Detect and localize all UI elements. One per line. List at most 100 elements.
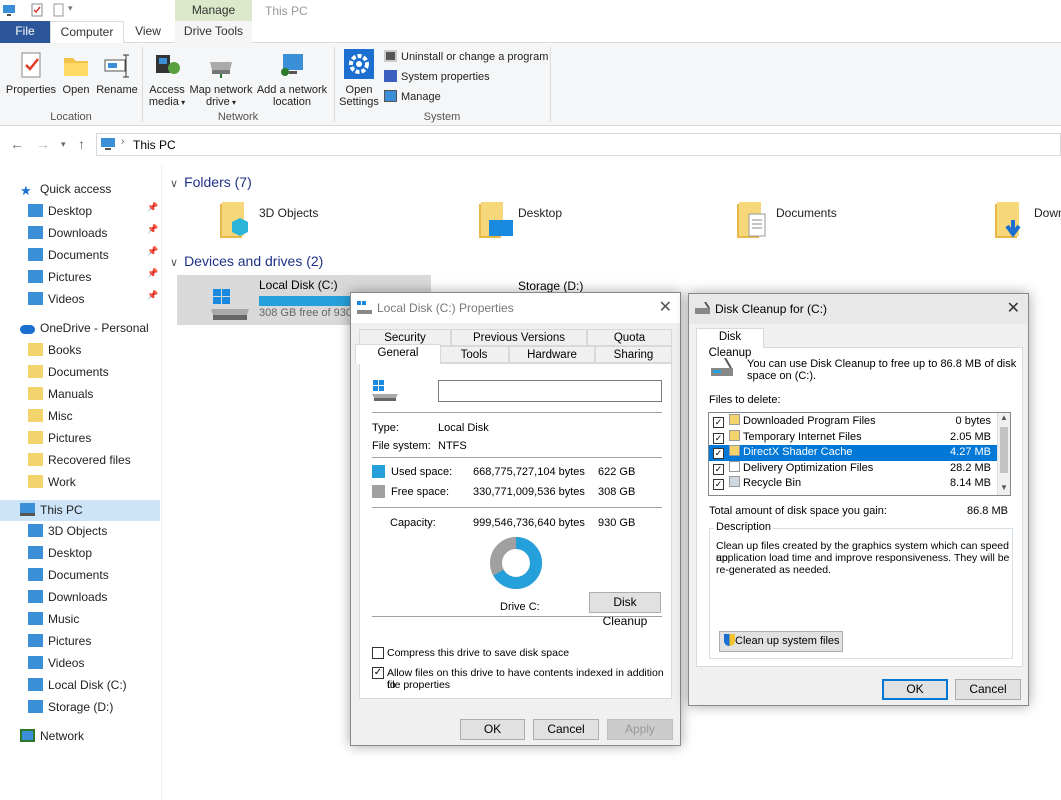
scroll-down-icon[interactable]: ▼ bbox=[1000, 483, 1008, 492]
manage-button[interactable]: Manage bbox=[384, 89, 441, 105]
properties-qa-icon[interactable] bbox=[30, 3, 44, 17]
drive-d-tile[interactable]: Storage (D:) bbox=[518, 279, 583, 293]
index-checkbox[interactable]: ✓ bbox=[372, 667, 384, 679]
nav-pc-3d-objects[interactable]: 3D Objects bbox=[28, 521, 107, 542]
drive-name-input[interactable] bbox=[438, 380, 662, 402]
close-icon[interactable]: ✕ bbox=[659, 297, 672, 317]
map-network-drive-button[interactable]: Map network drive ▾ bbox=[188, 50, 254, 109]
tab-quota[interactable]: Quota bbox=[587, 329, 672, 346]
file-list-row[interactable]: ✓ Temporary Internet Files 2.05 MB bbox=[709, 429, 997, 446]
cancel-button[interactable]: Cancel bbox=[955, 679, 1021, 700]
access-media-label-2: media bbox=[148, 96, 179, 108]
nav-onedrive-pictures[interactable]: Pictures bbox=[28, 428, 91, 449]
file-checkbox[interactable]: ✓ bbox=[713, 448, 724, 459]
uninstall-program-button[interactable]: Uninstall or change a program bbox=[384, 49, 548, 65]
pane-divider[interactable] bbox=[161, 165, 162, 800]
file-checkbox[interactable]: ✓ bbox=[713, 417, 724, 428]
cancel-button[interactable]: Cancel bbox=[533, 719, 599, 740]
tab-file[interactable]: File bbox=[0, 21, 50, 43]
close-icon[interactable]: ✕ bbox=[1007, 298, 1020, 318]
folders-section-header[interactable]: ∨ Folders (7) bbox=[170, 174, 252, 190]
pin-icon[interactable]: 📌 bbox=[147, 268, 158, 279]
open-button[interactable]: Open bbox=[60, 50, 92, 96]
nav-onedrive-recovered-files[interactable]: Recovered files bbox=[28, 450, 131, 471]
description-label: Description bbox=[714, 521, 774, 533]
scroll-up-icon[interactable]: ▲ bbox=[1000, 413, 1008, 422]
up-arrow-icon[interactable]: ↑ bbox=[78, 136, 85, 152]
tab-disk-cleanup[interactable]: Disk Cleanup bbox=[696, 328, 764, 359]
tab-drive-tools[interactable]: Drive Tools bbox=[175, 21, 252, 43]
tab-computer[interactable]: Computer bbox=[50, 21, 124, 44]
disk-cleanup-button[interactable]: Disk Cleanup bbox=[589, 592, 661, 628]
nav-pc-music[interactable]: Music bbox=[28, 609, 79, 630]
nav-onedrive-books[interactable]: Books bbox=[28, 340, 81, 361]
folder-downloads[interactable]: Downl bbox=[993, 200, 1061, 244]
pin-icon[interactable]: 📌 bbox=[147, 290, 158, 301]
open-settings-button[interactable]: Open Settings bbox=[338, 48, 380, 108]
clean-up-system-files-button[interactable]: Clean up system files bbox=[719, 631, 843, 652]
system-properties-button[interactable]: System properties bbox=[384, 69, 490, 85]
address-path[interactable]: This PC bbox=[133, 138, 176, 152]
compress-checkbox[interactable] bbox=[372, 647, 384, 659]
address-bar[interactable]: › This PC bbox=[96, 133, 1061, 156]
tab-hardware[interactable]: Hardware bbox=[509, 346, 595, 363]
nav-onedrive-documents[interactable]: Documents bbox=[28, 362, 109, 383]
access-media-button[interactable]: Access media ▾ bbox=[146, 50, 188, 109]
nav-onedrive[interactable]: OneDrive - Personal bbox=[20, 318, 149, 339]
file-list-row[interactable]: ✓ Downloaded Program Files 0 bytes bbox=[709, 414, 997, 430]
rename-button[interactable]: Rename bbox=[96, 50, 138, 96]
scroll-thumb[interactable] bbox=[1000, 427, 1008, 473]
nav-onedrive-misc[interactable]: Misc bbox=[28, 406, 73, 427]
list-scrollbar[interactable]: ▲ ▼ bbox=[997, 413, 1010, 495]
nav-quick-access[interactable]: ★ Quick access bbox=[20, 179, 111, 200]
nav-pc-storage-d[interactable]: Storage (D:) bbox=[28, 697, 113, 718]
forward-arrow-icon[interactable]: → bbox=[36, 136, 50, 152]
folders-divider bbox=[205, 186, 206, 187]
pin-icon[interactable]: 📌 bbox=[147, 246, 158, 257]
file-list-row[interactable]: ✓ DirectX Shader Cache 4.27 MB bbox=[709, 445, 997, 461]
nav-this-pc[interactable]: This PC bbox=[0, 500, 160, 521]
tab-tools[interactable]: Tools bbox=[439, 346, 509, 363]
manage-context-tab[interactable]: Manage bbox=[175, 0, 252, 21]
folder-3d-objects[interactable]: 3D Objects bbox=[218, 200, 418, 244]
nav-network[interactable]: Network bbox=[20, 726, 84, 747]
pin-icon[interactable]: 📌 bbox=[147, 202, 158, 213]
nav-quick-videos[interactable]: Videos bbox=[28, 289, 84, 310]
nav-onedrive-work[interactable]: Work bbox=[28, 472, 76, 493]
file-list-row[interactable]: ✓ Recycle Bin 8.14 MB bbox=[709, 476, 997, 492]
file-checkbox[interactable]: ✓ bbox=[713, 463, 724, 475]
divider bbox=[372, 412, 662, 413]
folder-documents[interactable]: Documents bbox=[735, 200, 935, 244]
nav-quick-desktop[interactable]: Desktop bbox=[28, 201, 92, 222]
recent-locations-icon[interactable]: ▾ bbox=[61, 139, 66, 150]
tab-view[interactable]: View bbox=[126, 21, 170, 43]
qa-dropdown-icon[interactable]: ▾ bbox=[68, 3, 73, 14]
nav-pc-documents[interactable]: Documents bbox=[28, 565, 109, 586]
file-checkbox[interactable]: ✓ bbox=[713, 479, 724, 490]
tab-sharing[interactable]: Sharing bbox=[595, 346, 672, 363]
add-network-location-button[interactable]: Add a network location bbox=[256, 50, 328, 108]
new-folder-qa-icon[interactable] bbox=[52, 3, 66, 17]
nav-onedrive-manuals[interactable]: Manuals bbox=[28, 384, 93, 405]
file-checkbox[interactable]: ✓ bbox=[713, 432, 724, 444]
nav-pc-pictures[interactable]: Pictures bbox=[28, 631, 91, 652]
nav-pc-videos[interactable]: Videos bbox=[28, 653, 84, 674]
pin-icon[interactable]: 📌 bbox=[147, 224, 158, 235]
properties-button[interactable]: Properties bbox=[4, 50, 58, 96]
back-arrow-icon[interactable]: ← bbox=[10, 136, 24, 152]
apply-button[interactable]: Apply bbox=[607, 719, 673, 740]
ok-button[interactable]: OK bbox=[882, 679, 948, 700]
file-list-row[interactable]: ✓ Delivery Optimization Files 28.2 MB bbox=[709, 460, 997, 477]
tab-general[interactable]: General bbox=[355, 344, 441, 364]
files-to-delete-list[interactable]: ✓ Downloaded Program Files 0 bytes ✓ Tempora… bbox=[708, 412, 1011, 496]
devices-section-header[interactable]: ∨ Devices and drives (2) bbox=[170, 253, 323, 269]
ok-button[interactable]: OK bbox=[460, 719, 525, 740]
nav-pc-desktop[interactable]: Desktop bbox=[28, 543, 92, 564]
nav-pc-downloads[interactable]: Downloads bbox=[28, 587, 107, 608]
nav-quick-pictures[interactable]: Pictures bbox=[28, 267, 91, 288]
nav-quick-documents[interactable]: Documents bbox=[28, 245, 109, 266]
tab-previous-versions[interactable]: Previous Versions bbox=[451, 329, 587, 346]
nav-pc-local-disk-c[interactable]: Local Disk (C:) bbox=[28, 675, 127, 696]
folder-desktop[interactable]: Desktop bbox=[477, 200, 677, 244]
nav-quick-downloads[interactable]: Downloads bbox=[28, 223, 107, 244]
